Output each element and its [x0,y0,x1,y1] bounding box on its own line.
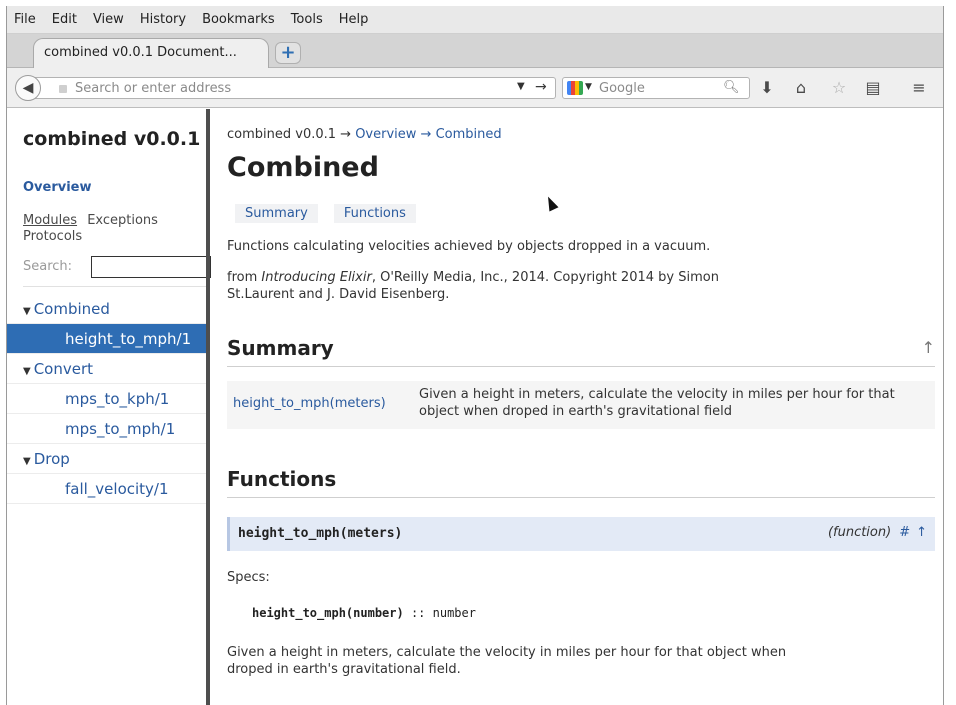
breadcrumb-current-link[interactable]: Combined [436,127,502,142]
back-to-top-icon[interactable]: ↑ [922,338,935,357]
tree-node-mps-to-mph[interactable]: mps_to_mph/1 [7,414,207,444]
back-to-top-icon[interactable]: ↑ [916,525,927,540]
menu-bookmarks[interactable]: Bookmarks [199,10,278,29]
google-icon[interactable] [567,81,583,95]
breadcrumb-root: combined v0.0.1 [227,127,337,142]
tree-node-height-to-mph[interactable]: height_to_mph/1 [7,324,207,354]
reading-list-icon[interactable]: ▤ [863,78,883,97]
expand-triangle-icon[interactable]: ▼ [23,366,31,377]
section-pills: Summary Functions [235,204,432,223]
spec-code: height_to_mph(number) :: number [252,606,476,620]
function-signature: height_to_mph(meters) [238,526,403,541]
sidebar-tabs: Modules Exceptions Protocols [23,213,203,245]
summary-pill-link[interactable]: Summary [235,204,318,223]
tab-modules[interactable]: Modules [23,213,77,228]
download-icon[interactable]: ⬇ [757,78,777,97]
functions-pill-link[interactable]: Functions [333,204,416,223]
breadcrumb: combined v0.0.1 → Overview → Combined [227,127,502,142]
page-title: Combined [227,152,379,183]
breadcrumb-arrow: → [416,127,436,142]
address-bar[interactable]: ▼ → [35,77,556,99]
tree-node-convert[interactable]: ▼ Convert [7,354,207,384]
tab-protocols[interactable]: Protocols [23,229,82,244]
overview-link[interactable]: Overview [23,180,92,195]
tree-node-combined[interactable]: ▼ Combined [7,294,207,324]
breadcrumb-overview-link[interactable]: Overview [355,127,416,142]
browser-window: File Edit View History Bookmarks Tools H… [6,6,944,705]
menu-file[interactable]: File [11,10,39,29]
tree-node-fall-velocity[interactable]: fall_velocity/1 [7,474,207,504]
search-bar[interactable]: ▼ 🔍︎ [562,77,750,99]
bookmark-star-icon[interactable]: ☆ [829,78,849,97]
menu-tools[interactable]: Tools [288,10,326,29]
tab-strip: combined v0.0.1 Document... + [7,34,943,68]
module-tree: ▼ Combined height_to_mph/1 ▼ Convert mps_t… [7,294,207,504]
function-anchor-link[interactable]: # [899,525,910,540]
function-meta: (function) # ↑ [828,525,927,540]
tab-exceptions[interactable]: Exceptions [87,213,158,228]
dropdown-icon[interactable]: ▼ [517,81,525,92]
specs-label: Specs: [227,570,270,585]
back-icon[interactable]: ◀ [15,75,41,101]
main-content: combined v0.0.1 → Overview → Combined Co… [227,109,935,705]
expand-triangle-icon[interactable]: ▼ [23,306,31,317]
project-title: combined v0.0.1 [23,128,201,150]
function-doc: Given a height in meters, calculate the … [227,645,787,677]
navigation-toolbar: ▼ → ◀ ▼ 🔍︎ ⬇ ⌂ ☆ ▤ ≡ [7,68,943,108]
menu-view[interactable]: View [90,10,127,29]
module-description: Functions calculating velocities achieve… [227,239,711,254]
tree-node-drop[interactable]: ▼ Drop [7,444,207,474]
sidebar-divider[interactable] [206,109,210,705]
new-tab-icon[interactable]: + [275,42,301,64]
breadcrumb-arrow: → [336,127,356,142]
book-title: Introducing Elixir [261,270,372,285]
summary-function-description: Given a height in meters, calculate the … [419,387,895,419]
sidebar-search-input[interactable] [91,256,211,278]
sidebar-search: Search: [23,256,211,278]
menu-history[interactable]: History [137,10,189,29]
home-icon[interactable]: ⌂ [791,78,811,97]
menu-icon[interactable]: ≡ [909,78,929,97]
menu-edit[interactable]: Edit [49,10,80,29]
source-note: from Introducing Elixir, O'Reilly Media,… [227,270,719,302]
search-engine-dropdown-icon[interactable]: ▼ [585,82,592,92]
function-kind: (function) [827,525,892,540]
menu-bar: File Edit View History Bookmarks Tools H… [7,6,943,34]
search-input[interactable] [599,80,699,96]
search-label: Search: [23,259,73,274]
summary-heading: Summary ↑ [227,336,935,367]
page-area: combined v0.0.1 Overview Modules Excepti… [7,109,943,705]
magnifier-icon[interactable]: 🔍︎ [723,80,740,95]
site-identity-icon[interactable] [59,85,67,93]
go-icon[interactable]: → [535,79,547,95]
sidebar: combined v0.0.1 Overview Modules Excepti… [7,109,211,705]
expand-triangle-icon[interactable]: ▼ [23,456,31,467]
tree-node-mps-to-kph[interactable]: mps_to_kph/1 [7,384,207,414]
summary-row: height_to_mph(meters) Given a height in … [227,381,935,429]
functions-heading: Functions [227,467,935,498]
address-input[interactable] [75,80,495,96]
function-detail-header: height_to_mph(meters) (function) # ↑ [227,517,935,551]
browser-tab[interactable]: combined v0.0.1 Document... [33,38,269,68]
menu-help[interactable]: Help [336,10,372,29]
sidebar-separator [23,286,207,287]
summary-function-link[interactable]: height_to_mph(meters) [233,396,386,411]
